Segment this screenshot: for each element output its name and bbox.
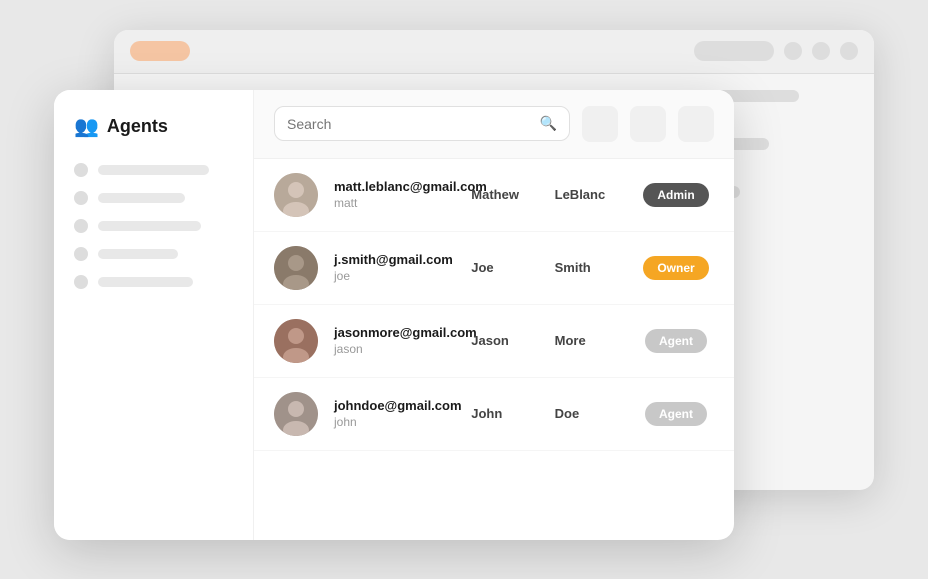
agent-row[interactable]: matt.leblanc@gmail.com matt Mathew LeBla…	[254, 159, 734, 232]
toolbar-button-1[interactable]	[582, 106, 618, 142]
search-bar: 🔍	[254, 90, 734, 159]
agent-role: Agent	[638, 402, 714, 426]
agent-email: jasonmore@gmail.com	[334, 325, 455, 340]
agent-email-block: matt.leblanc@gmail.com matt	[334, 179, 455, 210]
skel-line-2	[98, 193, 185, 203]
agent-lastname: LeBlanc	[555, 187, 622, 202]
role-badge: Owner	[643, 256, 708, 280]
agent-email: johndoe@gmail.com	[334, 398, 455, 413]
agent-email-block: johndoe@gmail.com john	[334, 398, 455, 429]
skel-item-2	[74, 191, 233, 205]
sidebar-title-text: Agents	[107, 116, 168, 137]
skel-dot-5	[74, 275, 88, 289]
agent-lastname: More	[555, 333, 622, 348]
agent-email: matt.leblanc@gmail.com	[334, 179, 455, 194]
agent-firstname: Mathew	[471, 187, 538, 202]
agent-email: j.smith@gmail.com	[334, 252, 455, 267]
browser-dot-2	[812, 42, 830, 60]
agent-row[interactable]: j.smith@gmail.com joe Joe Smith Owner	[254, 232, 734, 305]
skel-dot-3	[74, 219, 88, 233]
role-badge: Admin	[643, 183, 708, 207]
role-badge: Agent	[645, 402, 707, 426]
scene: 👥 Agents	[54, 30, 874, 550]
browser-dot-1	[784, 42, 802, 60]
skel-dot-2	[74, 191, 88, 205]
browser-pill-decoration	[130, 41, 190, 61]
skel-item-4	[74, 247, 233, 261]
toolbar-button-2[interactable]	[630, 106, 666, 142]
browser-titlebar	[114, 30, 874, 74]
agent-lastname: Smith	[555, 260, 622, 275]
agent-username: jason	[334, 342, 455, 356]
role-badge: Agent	[645, 329, 707, 353]
skel-line-5	[98, 277, 193, 287]
avatar	[274, 392, 318, 436]
agent-role: Agent	[638, 329, 714, 353]
agent-row[interactable]: johndoe@gmail.com john John Doe Agent	[254, 378, 734, 451]
avatar	[274, 319, 318, 363]
agent-firstname: Jason	[471, 333, 538, 348]
agents-table: matt.leblanc@gmail.com matt Mathew LeBla…	[254, 159, 734, 540]
agent-email-block: j.smith@gmail.com joe	[334, 252, 455, 283]
search-input[interactable]	[287, 116, 532, 132]
search-icon: 🔍	[540, 115, 557, 132]
agents-icon: 👥	[74, 114, 99, 139]
sidebar-skeleton	[74, 163, 233, 289]
main-card: 👥 Agents	[54, 90, 734, 540]
agent-username: matt	[334, 196, 455, 210]
browser-pill2-decoration	[694, 41, 774, 61]
agent-username: joe	[334, 269, 455, 283]
agent-role: Owner	[638, 256, 714, 280]
agent-lastname: Doe	[555, 406, 622, 421]
search-input-wrapper[interactable]: 🔍	[274, 106, 570, 141]
skel-dot-4	[74, 247, 88, 261]
agent-firstname: Joe	[471, 260, 538, 275]
skel-line-4	[98, 249, 178, 259]
toolbar-button-3[interactable]	[678, 106, 714, 142]
card-sidebar: 👥 Agents	[54, 90, 254, 540]
sidebar-title-block: 👥 Agents	[74, 114, 233, 139]
skel-line-3	[98, 221, 201, 231]
agent-email-block: jasonmore@gmail.com jason	[334, 325, 455, 356]
skel-line-1	[98, 165, 209, 175]
agent-row[interactable]: jasonmore@gmail.com jason Jason More Age…	[254, 305, 734, 378]
skel-item-5	[74, 275, 233, 289]
avatar	[274, 246, 318, 290]
agent-firstname: John	[471, 406, 538, 421]
skel-item-1	[74, 163, 233, 177]
card-content: 🔍 matt	[254, 90, 734, 540]
agent-username: john	[334, 415, 455, 429]
browser-dot-3	[840, 42, 858, 60]
skel-item-3	[74, 219, 233, 233]
skel-dot-1	[74, 163, 88, 177]
agent-role: Admin	[638, 183, 714, 207]
avatar	[274, 173, 318, 217]
